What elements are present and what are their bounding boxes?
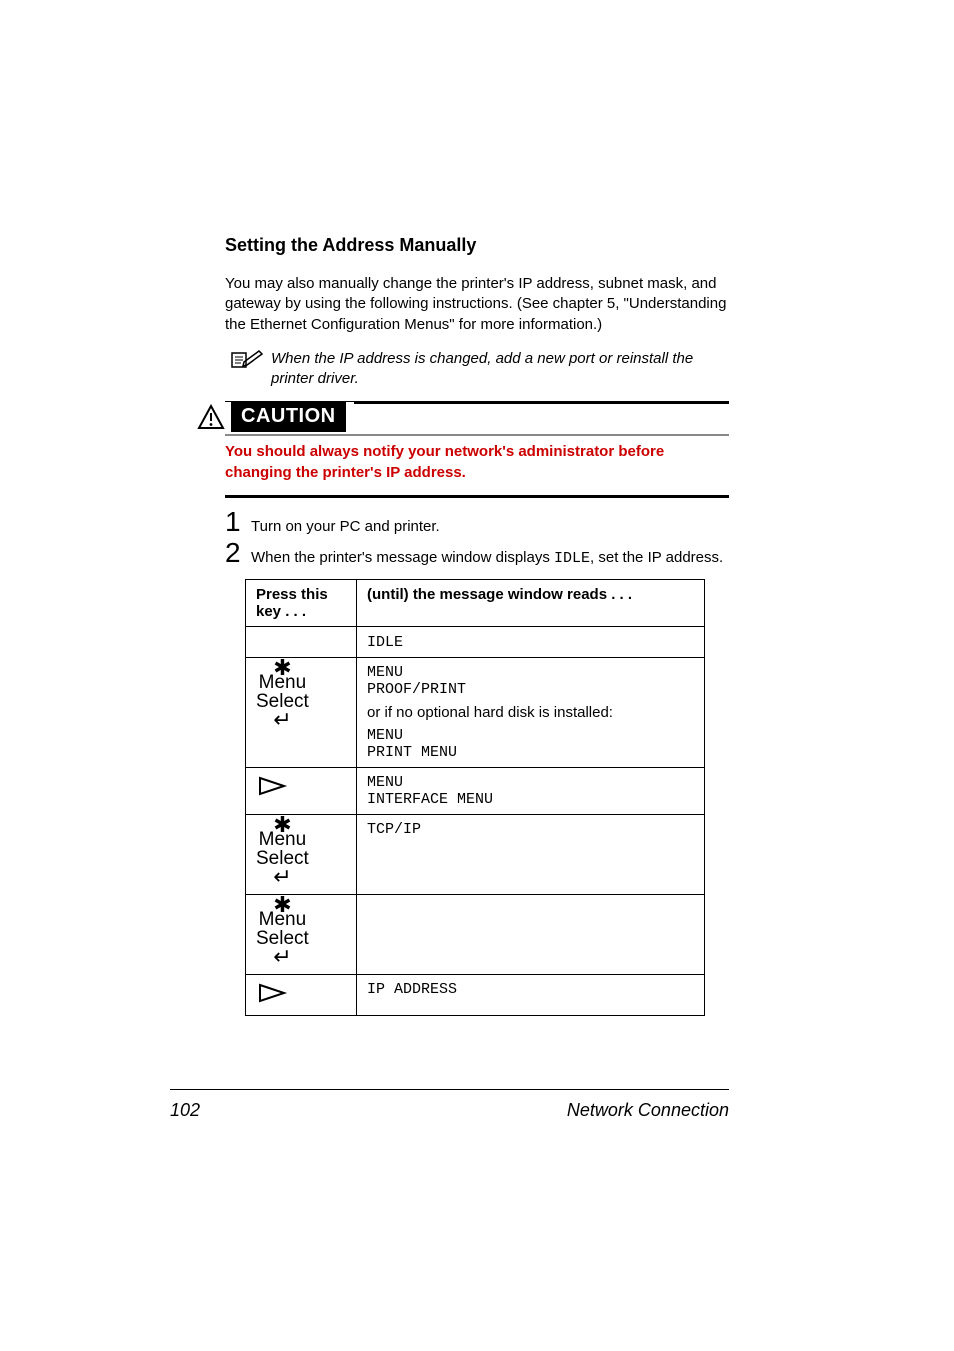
note-pen-icon — [225, 349, 271, 369]
note-row: When the IP address is changed, add a ne… — [225, 349, 729, 390]
table-row: ✱ Menu Select ↵ — [246, 895, 705, 975]
msg-cell: TCP/IP — [357, 815, 705, 895]
th-msg: (until) the message window reads . . . — [357, 580, 705, 627]
key-cell-menu-select: ✱ Menu Select ↵ — [246, 658, 357, 768]
divider — [225, 495, 729, 498]
step-1-text: Turn on your PC and printer. — [251, 513, 729, 537]
step-2-code: IDLE — [554, 550, 590, 567]
msg-cell: MENU PROOF/PRINT or if no optional hard … — [357, 658, 705, 768]
caution-text: You should always notify your network's … — [225, 442, 729, 483]
msg-cell: IP ADDRESS — [357, 974, 705, 1015]
table-row: ✱ Menu Select ↵ MENU PROOF/PRINT or if n… — [246, 658, 705, 768]
msg-idle: IDLE — [367, 634, 403, 651]
enter-arrow-icon: ↵ — [256, 870, 309, 883]
msg-line: MENU — [367, 727, 694, 744]
instruction-table: Press this key . . . (until) the message… — [245, 579, 705, 1016]
msg-line: INTERFACE MENU — [367, 791, 694, 808]
msg-line: TCP/IP — [367, 821, 694, 838]
step-2-text: When the printer's message window displa… — [251, 544, 729, 569]
msg-line: IP ADDRESS — [367, 981, 694, 998]
note-text: When the IP address is changed, add a ne… — [271, 349, 729, 390]
msg-cell-empty — [357, 895, 705, 975]
msg-line: PROOF/PRINT — [367, 681, 694, 698]
table-row: IP ADDRESS — [246, 974, 705, 1015]
key-cell-empty — [246, 627, 357, 658]
key-cell-menu-select: ✱ Menu Select ↵ — [246, 895, 357, 975]
step-1: 1 Turn on your PC and printer. — [225, 508, 729, 537]
menu-select-key-icon: ✱ Menu Select ↵ — [256, 821, 309, 883]
step-2-post: , set the IP address. — [590, 549, 723, 566]
table-row: ✱ Menu Select ↵ TCP/IP — [246, 815, 705, 895]
enter-arrow-icon: ↵ — [256, 950, 309, 963]
caution-bar: CAUTION — [225, 401, 729, 436]
menu-select-key-icon: ✱ Menu Select ↵ — [256, 901, 309, 963]
right-triangle-icon — [256, 774, 290, 798]
page-number: 102 — [170, 1100, 200, 1121]
warning-triangle-icon — [197, 404, 225, 430]
footer-title: Network Connection — [567, 1100, 729, 1121]
step-2-pre: When the printer's message window displa… — [251, 549, 554, 566]
key-cell-menu-select: ✱ Menu Select ↵ — [246, 815, 357, 895]
right-triangle-icon — [256, 981, 290, 1005]
menu-label: Menu — [256, 910, 309, 929]
menu-label: Menu — [256, 830, 309, 849]
section-heading: Setting the Address Manually — [225, 235, 729, 256]
th-key: Press this key . . . — [246, 580, 357, 627]
menu-label: Menu — [256, 673, 309, 692]
msg-cell: IDLE — [357, 627, 705, 658]
menu-select-key-icon: ✱ Menu Select ↵ — [256, 664, 309, 726]
msg-line: PRINT MENU — [367, 744, 694, 761]
caution-label: CAUTION — [231, 402, 346, 432]
key-cell-right — [246, 768, 357, 815]
key-cell-right — [246, 974, 357, 1015]
msg-cell: MENU INTERFACE MENU — [357, 768, 705, 815]
table-row: IDLE — [246, 627, 705, 658]
msg-line: MENU — [367, 664, 694, 681]
msg-mid: or if no optional hard disk is installed… — [367, 704, 694, 721]
msg-line: MENU — [367, 774, 694, 791]
step-2: 2 When the printer's message window disp… — [225, 539, 729, 569]
step-1-number: 1 — [225, 508, 251, 536]
page-footer: 102 Network Connection — [170, 1089, 729, 1121]
intro-paragraph: You may also manually change the printer… — [225, 274, 729, 335]
enter-arrow-icon: ↵ — [256, 713, 309, 726]
table-row: MENU INTERFACE MENU — [246, 768, 705, 815]
step-2-number: 2 — [225, 539, 251, 567]
